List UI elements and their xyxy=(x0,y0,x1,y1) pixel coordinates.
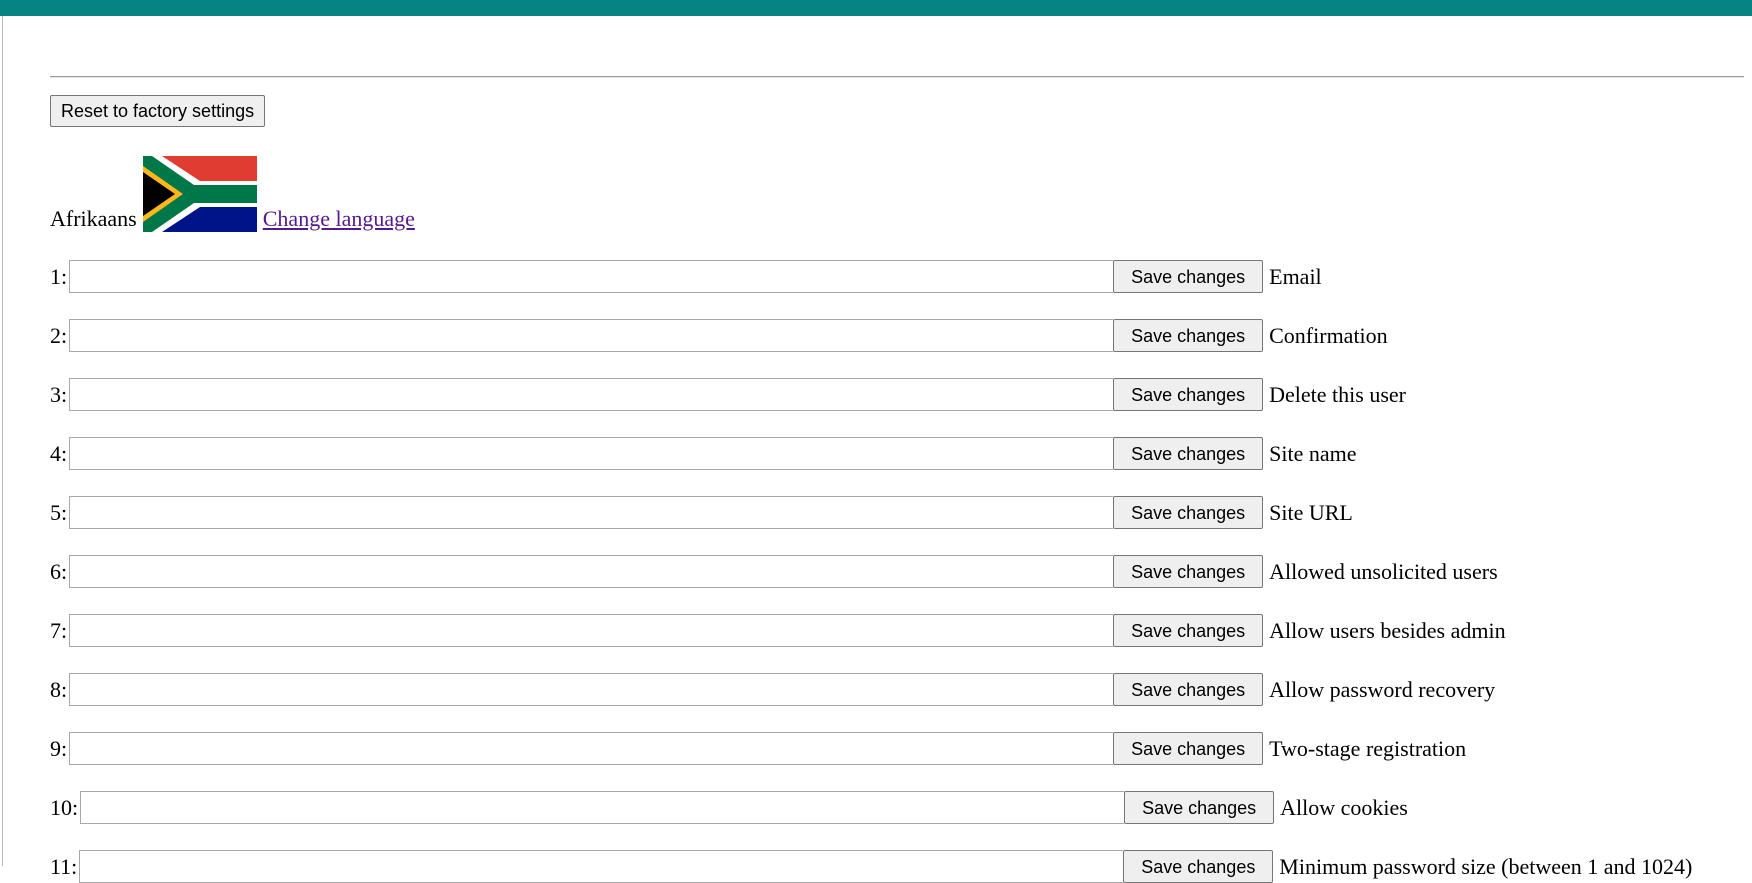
setting-row: 8: Save changes Allow password recovery xyxy=(50,673,1495,706)
setting-row: 6: Save changes Allowed unsolicited users xyxy=(50,555,1498,588)
setting-label: Site URL xyxy=(1269,500,1353,525)
row-number: 8: xyxy=(50,677,68,702)
row-number: 3: xyxy=(50,382,68,407)
save-changes-button[interactable]: Save changes xyxy=(1124,791,1275,824)
save-changes-button[interactable]: Save changes xyxy=(1123,850,1274,883)
settings-page: Reset to factory settings Afrikaans Chan… xyxy=(0,0,1752,883)
setting-row: 2: Save changes Confirmation xyxy=(50,319,1388,352)
setting-label: Confirmation xyxy=(1269,323,1388,348)
setting-label: Allowed unsolicited users xyxy=(1269,559,1498,584)
setting-label: Two-stage registration xyxy=(1269,736,1467,761)
setting-input[interactable] xyxy=(69,614,1114,647)
save-changes-button[interactable]: Save changes xyxy=(1113,437,1264,470)
save-changes-button[interactable]: Save changes xyxy=(1113,496,1264,529)
setting-row: 7: Save changes Allow users besides admin xyxy=(50,614,1506,647)
save-changes-button[interactable]: Save changes xyxy=(1113,319,1264,352)
setting-input[interactable] xyxy=(69,437,1114,470)
setting-input[interactable] xyxy=(80,791,1125,824)
setting-label: Allow password recovery xyxy=(1269,677,1496,702)
current-language-label: Afrikaans xyxy=(50,206,137,231)
setting-label: Allow cookies xyxy=(1280,795,1408,820)
south-africa-flag-icon xyxy=(142,156,257,232)
row-number: 1: xyxy=(50,264,68,289)
save-changes-button[interactable]: Save changes xyxy=(1113,614,1264,647)
save-changes-button[interactable]: Save changes xyxy=(1113,732,1264,765)
setting-input[interactable] xyxy=(69,732,1114,765)
save-changes-button[interactable]: Save changes xyxy=(1113,378,1264,411)
change-language-link[interactable]: Change language xyxy=(263,208,415,230)
setting-input[interactable] xyxy=(69,673,1114,706)
save-changes-button[interactable]: Save changes xyxy=(1113,260,1264,293)
setting-label: Allow users besides admin xyxy=(1269,618,1506,643)
setting-row: 9: Save changes Two-stage registration xyxy=(50,732,1466,765)
setting-label: Delete this user xyxy=(1269,382,1406,407)
save-changes-button[interactable]: Save changes xyxy=(1113,555,1264,588)
reset-factory-settings-button[interactable]: Reset to factory settings xyxy=(50,95,266,127)
setting-input[interactable] xyxy=(69,555,1114,588)
row-number: 9: xyxy=(50,736,68,761)
row-number: 10: xyxy=(50,795,79,820)
setting-row: 11: Save changes Minimum password size (be… xyxy=(50,850,1692,883)
setting-input[interactable] xyxy=(69,496,1114,529)
setting-row: 10: Save changes Allow cookies xyxy=(50,791,1408,824)
setting-row: 1: Save changes Email xyxy=(50,260,1322,293)
setting-row: 4: Save changes Site name xyxy=(50,437,1357,470)
setting-label: Site name xyxy=(1269,441,1357,466)
row-number: 4: xyxy=(50,441,68,466)
language-row: Afrikaans Change language xyxy=(50,152,415,232)
row-number: 11: xyxy=(50,854,78,879)
setting-row: 5: Save changes Site URL xyxy=(50,496,1353,529)
setting-input[interactable] xyxy=(79,850,1124,883)
row-number: 5: xyxy=(50,500,68,525)
setting-label: Email xyxy=(1269,264,1322,289)
setting-input[interactable] xyxy=(69,378,1114,411)
setting-input[interactable] xyxy=(69,260,1114,293)
save-changes-button[interactable]: Save changes xyxy=(1113,673,1264,706)
setting-input[interactable] xyxy=(69,319,1114,352)
row-number: 7: xyxy=(50,618,68,643)
setting-row: 3: Save changes Delete this user xyxy=(50,378,1406,411)
divider xyxy=(50,76,1744,78)
setting-label: Minimum password size (between 1 and 102… xyxy=(1279,854,1693,879)
row-number: 2: xyxy=(50,323,68,348)
row-number: 6: xyxy=(50,559,68,584)
